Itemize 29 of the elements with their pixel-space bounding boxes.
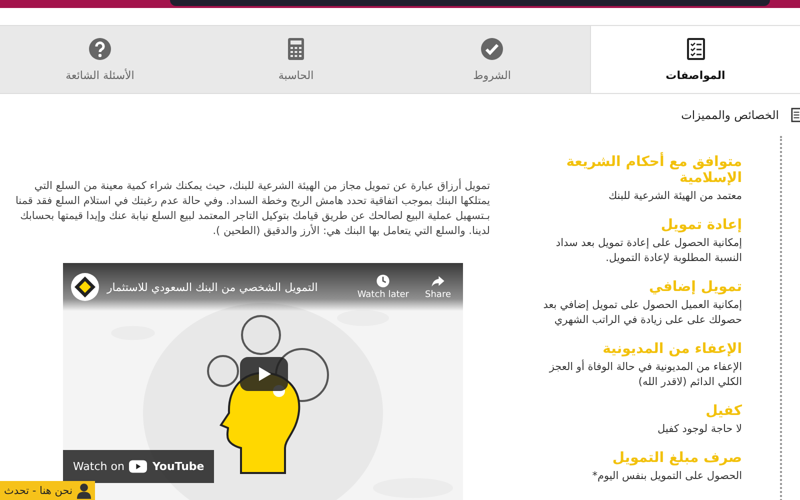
chat-button[interactable]: نحن هنا - تحدث [0, 481, 94, 500]
feature-title: إعادة تمويل [660, 217, 742, 233]
section-title: الخصائص والمميزات [681, 108, 779, 122]
feature-title: صرف مبلغ التمويل [611, 450, 742, 466]
feature-title: الإعفاء من المديونية [602, 341, 742, 357]
tab[interactable]: المواصفات [590, 26, 800, 93]
feature-title: تمويل إضافي [648, 279, 742, 295]
watch-on-youtube-button[interactable]: Watch on YouTube [63, 450, 214, 483]
play-logo-icon [129, 460, 148, 473]
share-button[interactable]: Share [421, 274, 455, 300]
list-icon [791, 107, 800, 123]
feature-description: إمكانية العميل الحصول على تمويل إضافي بعد حصولك على على زيادة في الراتب الشهري [542, 298, 742, 328]
description-text: تمويل أرزاق عبارة عن تمويل مجاز من الهيئة الشرعية للبنك، حيث يمكنك شراء كمية معينة من السلع التي يمتلكها البنك بموجب اتفاقية تحدد هامش الربح وخطة السداد. وفي حالة عدم رغبتك في استلام السلع فقد قمنا بـتسهيل عملية البيع لصالحك عن طريق قيامك بتوكيل التاجر المعتمد لبيع السلع نيابة عنك وإيدا قيمتها بحسابك لدينا. والسلع التي يتعامل بها البنك هي: الأرز والدقيق (الطحين ). [14, 179, 490, 239]
help-icon [88, 37, 112, 61]
feature-description: إمكانية الحصول على إعادة تمويل بعد سداد النسبة المطلوبة لإعادة التمويل. [554, 236, 742, 266]
clock-icon [376, 274, 390, 288]
feature-title: كفيل [704, 403, 742, 419]
feature-description: الحصول على التمويل بنفس اليوم* [591, 469, 742, 484]
feature-description: الإعفاء من المديونية في حالة الوفاة أو العجز الكلي الدائم (لاقدر الله) [548, 360, 742, 390]
play-button[interactable] [240, 357, 288, 391]
feature-description: لا حاجة لوجود كفيل [656, 422, 742, 437]
person-icon [76, 482, 90, 498]
check-circle-icon [480, 37, 504, 61]
video-title[interactable]: التمويل الشخصي من البنك السعودي للاستثمار [107, 280, 346, 294]
share-icon [431, 274, 445, 288]
watch-later-button[interactable]: Watch later [353, 274, 414, 300]
feature-title: متوافق مع أحكام الشريعة الإسلامية [565, 154, 742, 186]
feature-description: معتمد من الهيئة الشرعية للبنك [607, 189, 742, 204]
channel-logo[interactable] [71, 273, 99, 301]
